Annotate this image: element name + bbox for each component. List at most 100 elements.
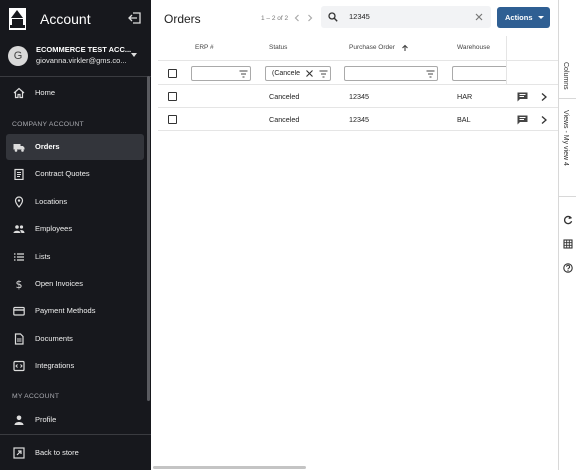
chevron-down-icon — [538, 16, 544, 19]
search-input[interactable]: 12345 — [321, 6, 491, 28]
purchase-order-cell: 12345 — [349, 115, 369, 124]
actions-label: Actions — [505, 13, 533, 22]
row-checkbox[interactable] — [168, 115, 177, 124]
table-row[interactable]: Canceled 12345 HAR — [158, 85, 558, 108]
chevron-right-icon[interactable] — [540, 115, 548, 125]
message-icon[interactable] — [517, 92, 528, 102]
status-filter-input[interactable]: (Canceled — [265, 66, 331, 81]
list-icon — [14, 253, 24, 261]
filter-icon[interactable] — [239, 70, 248, 78]
column-header-status[interactable]: Status — [269, 44, 287, 51]
truck-icon — [13, 144, 25, 152]
close-icon[interactable] — [474, 12, 484, 22]
row-checkbox[interactable] — [168, 92, 177, 101]
sidebar-item-lists[interactable]: Lists — [6, 244, 144, 270]
sidebar-title: Account — [40, 11, 91, 27]
sidebar-item-payment-methods[interactable]: Payment Methods — [6, 298, 144, 324]
company-logo[interactable] — [9, 8, 26, 30]
user-company: ECOMMERCE TEST ACC... — [36, 45, 132, 54]
sort-ascending-icon[interactable] — [401, 44, 409, 52]
exit-icon — [13, 447, 25, 459]
sidebar-item-label: Back to store — [35, 448, 79, 457]
warehouse-filter-input[interactable] — [452, 66, 506, 81]
actions-button[interactable]: Actions — [497, 7, 550, 28]
chevron-down-icon — [131, 53, 137, 57]
purchase-order-filter-input[interactable] — [344, 66, 438, 81]
sidebar-item-label: Integrations — [35, 361, 75, 370]
sidebar-item-label: Locations — [35, 197, 68, 206]
chevron-right-icon[interactable] — [540, 92, 548, 102]
status-cell: Canceled — [269, 92, 300, 101]
sidebar-item-label: Home — [35, 88, 56, 97]
rail-divider — [559, 98, 576, 99]
column-header-erp[interactable]: ERP # — [195, 44, 214, 51]
sidebar-item-home[interactable]: Home — [6, 80, 144, 106]
close-icon[interactable] — [305, 69, 314, 78]
sidebar-item-label: Payment Methods — [35, 306, 96, 315]
sidebar-scrollbar[interactable] — [147, 76, 150, 401]
status-cell: Canceled — [269, 115, 300, 124]
filter-icon[interactable] — [426, 70, 435, 78]
sidebar-item-open-invoices[interactable]: $ Open Invoices — [6, 271, 144, 297]
status-filter-value: (Canceled — [272, 70, 300, 77]
sidebar-item-label: Profile — [35, 415, 57, 424]
table-icon[interactable] — [563, 239, 573, 249]
sidebar-header: Account — [0, 0, 151, 38]
filter-icon[interactable] — [319, 70, 328, 78]
help-icon[interactable] — [563, 263, 573, 273]
sidebar-item-integrations[interactable]: Integrations — [6, 353, 144, 379]
message-icon[interactable] — [517, 115, 528, 125]
person-icon — [14, 415, 24, 425]
collapse-sidebar-icon[interactable] — [128, 11, 142, 25]
grid-header-row: ERP # Status Purchase Order Warehouse — [158, 36, 558, 61]
account-switcher[interactable]: G ECOMMERCE TEST ACC... giovanna.virkler… — [0, 41, 151, 71]
map-pin-icon — [14, 196, 24, 208]
search-icon — [328, 12, 338, 22]
column-divider — [506, 36, 507, 85]
views-panel-tab[interactable]: Views - My view 4 — [562, 110, 569, 166]
column-header-purchase-order[interactable]: Purchase Order — [349, 44, 395, 51]
columns-panel-tab[interactable]: Columns — [562, 62, 569, 90]
home-icon — [13, 87, 25, 99]
back-to-store-link[interactable]: Back to store — [6, 440, 144, 466]
table-row[interactable]: Canceled 12345 BAL — [158, 108, 558, 131]
sidebar-item-employees[interactable]: Employees — [6, 216, 144, 242]
sidebar-item-profile[interactable]: Profile — [6, 407, 144, 433]
select-all-checkbox[interactable] — [168, 69, 177, 78]
refresh-icon[interactable] — [563, 215, 573, 225]
sidebar-item-orders[interactable]: Orders — [6, 134, 144, 160]
chevron-right-icon[interactable] — [305, 13, 315, 23]
column-header-warehouse[interactable]: Warehouse — [457, 44, 490, 51]
sidebar-divider — [0, 434, 151, 435]
grid-filter-row: (Canceled — [158, 61, 558, 85]
sidebar-item-label: Contract Quotes — [35, 169, 90, 178]
people-icon — [13, 225, 25, 233]
erp-filter-input[interactable] — [191, 66, 251, 81]
sidebar-item-label: Lists — [35, 252, 51, 261]
sidebar-item-contract-quotes[interactable]: Contract Quotes — [6, 161, 144, 187]
svg-text:$: $ — [16, 278, 23, 290]
sidebar-item-label: Documents — [35, 334, 73, 343]
horizontal-scrollbar[interactable] — [153, 466, 306, 469]
sidebar-item-label: Open Invoices — [35, 279, 83, 288]
my-account-heading: MY ACCOUNT — [12, 393, 60, 400]
search-value: 12345 — [349, 12, 370, 21]
rail-divider — [559, 196, 576, 197]
page-title: Orders — [164, 12, 201, 26]
document-icon — [14, 333, 24, 345]
sidebar-item-label: Employees — [35, 224, 73, 233]
sidebar-divider — [0, 76, 151, 77]
purchase-order-cell: 12345 — [349, 92, 369, 101]
tool-panel-rail: Columns Views - My view 4 — [558, 0, 576, 470]
user-email: giovanna.virkler@gms.co... — [36, 56, 127, 65]
avatar: G — [8, 46, 28, 66]
dollar-icon: $ — [16, 278, 23, 290]
warehouse-cell: HAR — [457, 92, 473, 101]
clipboard-icon — [14, 168, 24, 180]
chevron-left-icon[interactable] — [292, 13, 302, 23]
company-account-heading: COMPANY ACCOUNT — [12, 121, 84, 128]
sidebar-item-documents[interactable]: Documents — [6, 326, 144, 352]
sidebar-item-label: Orders — [35, 142, 60, 151]
pagination-summary: 1 – 2 of 2 — [261, 15, 289, 22]
sidebar-item-locations[interactable]: Locations — [6, 189, 144, 215]
